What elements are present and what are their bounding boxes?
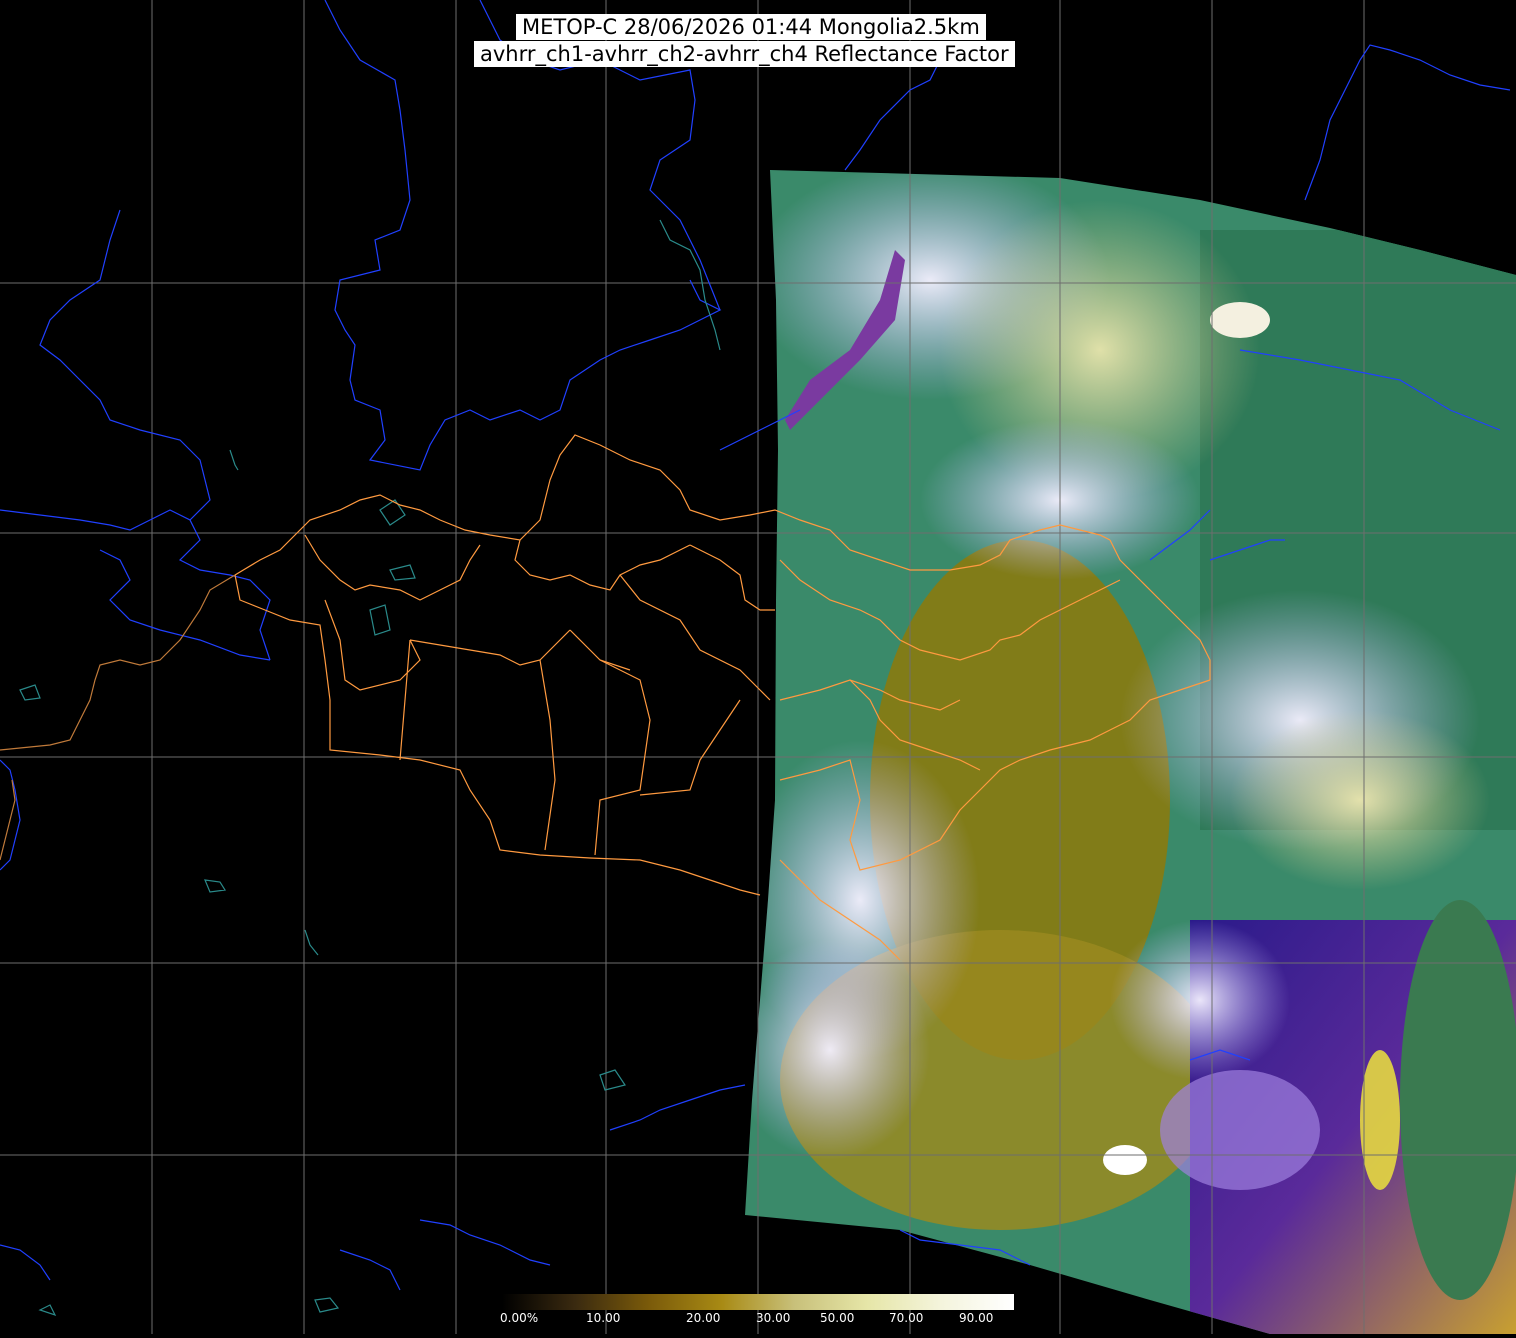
colorbar-label: 20.00 — [686, 1311, 721, 1325]
colorbar-label: 90.00 — [959, 1311, 994, 1325]
satellite-map: METOP-C 28/06/2026 01:44 Mongolia2.5km a… — [0, 0, 1516, 1334]
colorbar-label: 30.00 — [756, 1311, 791, 1325]
colorbar-label: 10.00 — [586, 1311, 621, 1325]
colorbar-canvas — [502, 1294, 1014, 1310]
colorbar-label: 70.00 — [889, 1311, 924, 1325]
colorbar-end-cap — [1010, 1294, 1014, 1310]
colorbar-label: 50.00 — [820, 1311, 855, 1325]
colorbar-gradient — [502, 1294, 1014, 1310]
colorbar-label: 0.00% — [500, 1311, 539, 1325]
